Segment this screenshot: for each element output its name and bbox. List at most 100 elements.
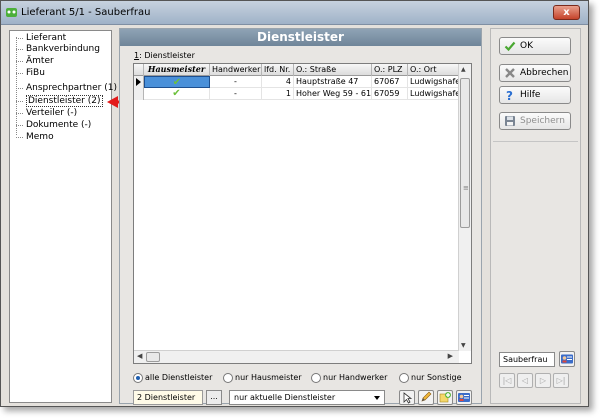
tree-item-label: Ansprechpartner (1) <box>26 83 117 93</box>
close-icon: x <box>563 7 570 18</box>
previous-record-button[interactable]: ◁ <box>517 373 533 388</box>
cell-lfd-nr[interactable]: 4 <box>262 76 294 88</box>
cell-strasse[interactable]: Hauptstraße 47 <box>294 76 372 88</box>
tree-item-label: Dokumente (-) <box>26 120 92 130</box>
current-row-pointer-icon <box>136 78 141 86</box>
cursor-icon <box>403 392 413 404</box>
tree-item-lieferant[interactable]: Lieferant <box>16 33 66 44</box>
scroll-left-icon[interactable]: ◀ <box>137 352 142 360</box>
radio-only-caretakers[interactable]: nur Hausmeister <box>223 372 302 384</box>
scroll-up-icon[interactable]: ▲ <box>461 66 466 73</box>
cell-strasse[interactable]: Hoher Weg 59 - 61 <box>294 88 372 100</box>
cell-lfd-nr[interactable]: 1 <box>262 88 294 100</box>
horizontal-scroll-thumb[interactable] <box>146 352 160 362</box>
add-button[interactable] <box>437 390 453 405</box>
next-record-icon: ▷ <box>539 376 547 385</box>
next-record-button[interactable]: ▷ <box>535 373 551 388</box>
radio-all-providers[interactable]: alle Dienstleister <box>133 372 212 384</box>
panel-title: Dienstleister <box>120 29 481 46</box>
cancel-label: Abbrechen <box>520 68 569 78</box>
tree-item-fibu[interactable]: FiBu <box>16 68 45 79</box>
scroll-grip-icon: ≡ <box>463 184 469 192</box>
horizontal-scrollbar[interactable]: ◀ ▶ <box>134 350 459 363</box>
cursor-tool-button[interactable] <box>399 390 415 405</box>
tree-item-verteiler[interactable]: Verteiler (-) <box>16 108 77 119</box>
action-separator <box>493 141 578 142</box>
checkmark-icon <box>504 41 516 52</box>
svg-text:?: ? <box>506 89 513 101</box>
cell-hausmeister[interactable]: ✔ <box>144 88 210 100</box>
radio-only-craftsmen[interactable]: nur Handwerker <box>311 372 387 384</box>
first-record-button[interactable]: |◁ <box>499 373 515 388</box>
service-providers-panel: Dienstleister 1: Dienstleister Hausmeist… <box>119 28 482 405</box>
ok-label: OK <box>520 41 533 51</box>
browse-button[interactable]: ... <box>206 390 222 405</box>
column-header-ort[interactable]: O.: Ort <box>408 64 459 76</box>
contact-card-icon <box>561 354 573 364</box>
contact-card-icon <box>458 393 470 402</box>
tree-item-label: Bankverbindung <box>26 44 100 54</box>
last-record-icon: ▷| <box>556 376 566 385</box>
floppy-disk-icon <box>505 116 515 126</box>
vertical-scroll-thumb[interactable] <box>460 78 470 228</box>
table-row[interactable]: ✔ - 4 Hauptstraße 47 67067 Ludwigshafe <box>134 76 459 88</box>
pencil-icon <box>421 391 432 402</box>
column-header-hausmeister[interactable]: Hausmeister <box>144 64 210 76</box>
grid-caption: 1: Dienstleister <box>134 51 195 60</box>
cell-plz[interactable]: 67067 <box>372 76 408 88</box>
cell-ort[interactable]: Ludwigshafe <box>408 88 459 100</box>
tree-item-memo[interactable]: Memo <box>16 132 54 143</box>
current-record-name: Sauberfrau <box>499 352 555 367</box>
cell-handwerker[interactable]: - <box>210 88 262 100</box>
help-button[interactable]: ? Hilfe <box>499 86 571 104</box>
tree-item-dienstleister[interactable]: Dienstleister (2) <box>16 95 103 107</box>
tree-item-label: Ämter <box>26 56 54 66</box>
column-header-plz[interactable]: O.: PLZ <box>372 64 408 76</box>
tree-item-bankverbindung[interactable]: Bankverbindung <box>16 44 100 55</box>
cell-handwerker[interactable]: - <box>210 76 262 88</box>
column-header-handwerker[interactable]: Handwerker <box>210 64 262 76</box>
service-providers-grid[interactable]: Hausmeister Handwerker lfd. Nr. O.: Stra… <box>133 63 472 364</box>
window-title: Lieferant 5/1 - Sauberfrau <box>21 7 151 18</box>
active-filter-select[interactable]: nur aktuelle Dienstleister <box>229 390 385 405</box>
tree-item-dokumente[interactable]: Dokumente (-) <box>16 120 91 131</box>
radio-only-other[interactable]: nur Sonstige <box>399 372 462 384</box>
scroll-down-icon[interactable]: ▼ <box>461 342 466 349</box>
filter-radio-group: alle Dienstleister nur Hausmeister nur H… <box>133 372 478 384</box>
save-button[interactable]: Speichern <box>499 112 571 130</box>
close-button[interactable]: x <box>553 5 580 20</box>
contact-card-button[interactable] <box>559 351 575 367</box>
cell-hausmeister[interactable]: ✔ <box>144 76 210 88</box>
save-label: Speichern <box>520 116 565 126</box>
vertical-scrollbar[interactable]: ▲ ≡ ▼ <box>458 64 471 351</box>
tree-item-label: Lieferant <box>26 33 67 43</box>
tree-item-label: Verteiler (-) <box>26 108 78 118</box>
scroll-right-icon[interactable]: ▶ <box>448 352 453 360</box>
tree-item-aemter[interactable]: Ämter <box>16 56 54 67</box>
navigation-tree: Lieferant Bankverbindung Ämter FiBu Ansp… <box>9 30 117 403</box>
cell-ort[interactable]: Ludwigshafe <box>408 76 459 88</box>
column-header-lfd-nr[interactable]: lfd. Nr. <box>262 64 294 76</box>
ok-button[interactable]: OK <box>499 37 571 55</box>
grid-header: Hausmeister Handwerker lfd. Nr. O.: Stra… <box>134 64 459 76</box>
column-header-strasse[interactable]: O.: Straße <box>294 64 372 76</box>
address-book-button[interactable] <box>456 390 472 405</box>
filter-select-value: nur aktuelle Dienstleister <box>234 393 336 402</box>
edit-button[interactable] <box>418 390 434 405</box>
tree-item-ansprechpartner[interactable]: Ansprechpartner (1) <box>16 83 117 94</box>
last-record-button[interactable]: ▷| <box>553 373 569 388</box>
action-column: OK Abbrechen ? Hilfe Speichern Sauberfra… <box>490 28 581 404</box>
grid-caption-text: : Dienstleister <box>139 51 195 60</box>
help-question-icon: ? <box>506 89 513 101</box>
table-row[interactable]: ✔ - 1 Hoher Weg 59 - 61 67059 Ludwigshaf… <box>134 88 459 100</box>
checkmark-icon: ✔ <box>172 77 182 88</box>
cell-plz[interactable]: 67059 <box>372 88 408 100</box>
title-bar[interactable]: Lieferant 5/1 - Sauberfrau x <box>1 1 588 25</box>
cancel-button[interactable]: Abbrechen <box>499 64 571 82</box>
first-record-icon: |◁ <box>502 376 512 385</box>
tree-item-label: FiBu <box>26 68 45 78</box>
add-item-icon <box>439 392 451 403</box>
previous-record-icon: ◁ <box>521 376 529 385</box>
tree-item-label: Dienstleister (2) <box>26 95 103 107</box>
indicator-header <box>134 64 144 76</box>
